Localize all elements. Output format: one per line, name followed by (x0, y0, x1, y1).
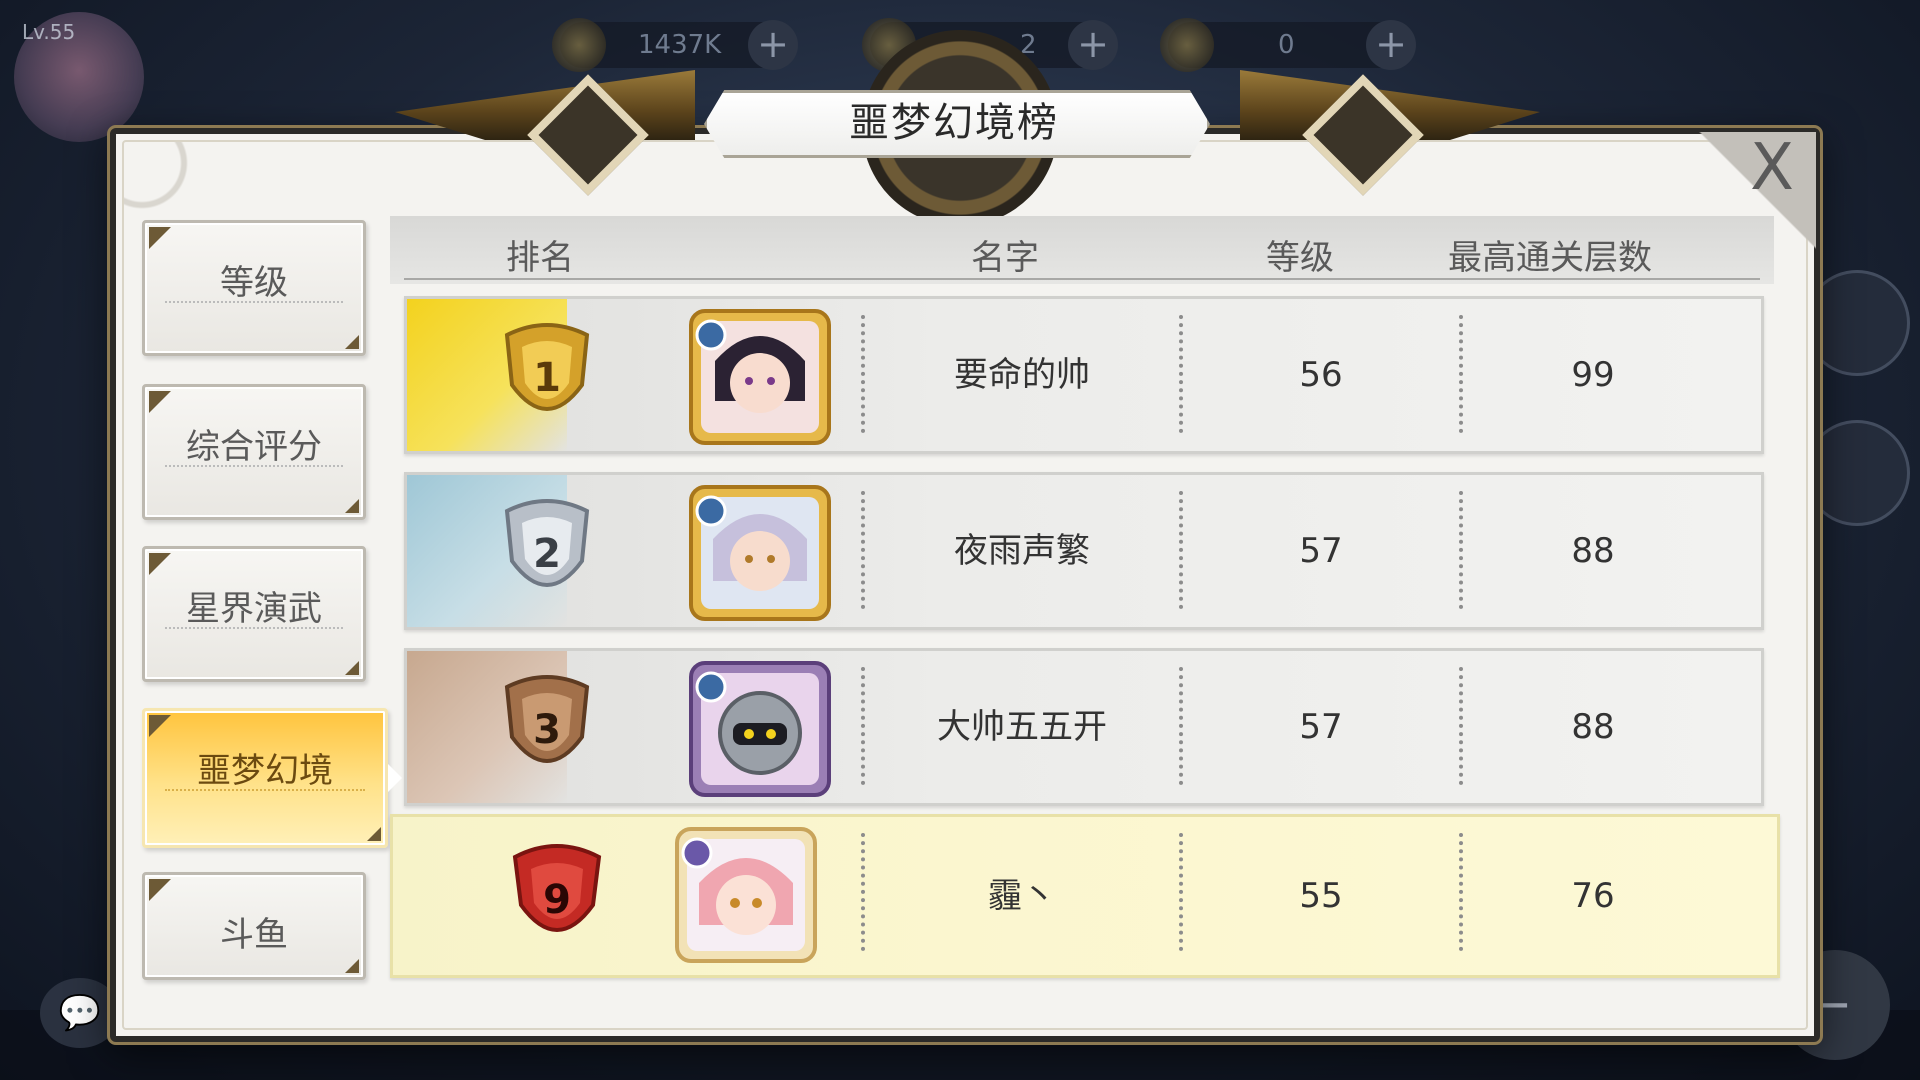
max-floors: 76 (1571, 876, 1615, 916)
player-portrait[interactable] (685, 653, 835, 801)
red-crest-icon: 9 (512, 844, 602, 932)
add-gem-button[interactable]: + (1068, 20, 1118, 70)
header-rank: 排名 (506, 238, 574, 278)
tab-nightmare-realm[interactable]: 噩梦幻境 (142, 708, 388, 848)
active-tab-pointer (388, 764, 402, 792)
tab-label: 噩梦幻境 (197, 751, 333, 791)
player-portrait[interactable] (671, 819, 821, 967)
tab-label: 综合评分 (186, 427, 322, 467)
silver-crest-icon: 2 (504, 499, 590, 587)
player-portrait[interactable] (685, 477, 835, 625)
corner-ornament (124, 142, 214, 212)
max-floors: 88 (1571, 707, 1615, 747)
player-name: 霾丶 (988, 876, 1056, 916)
table-row[interactable]: 2 夜雨声繁 57 88 (404, 472, 1764, 630)
header-max-floors: 最高通关层数 (1448, 238, 1652, 278)
player-level: 57 (1299, 531, 1343, 571)
max-floors: 88 (1571, 531, 1615, 571)
rank-number: 3 (533, 707, 561, 753)
tab-label: 斗鱼 (220, 915, 288, 955)
player-level: 57 (1299, 707, 1343, 747)
tab-douyu[interactable]: 斗鱼 (142, 872, 366, 980)
player-name: 要命的帅 (954, 355, 1090, 395)
player-name: 夜雨声繁 (954, 531, 1090, 571)
tab-label: 星界演武 (186, 589, 322, 629)
player-name: 大帅五五开 (937, 707, 1107, 747)
tab-astral-arena[interactable]: 星界演武 (142, 546, 366, 682)
table-row[interactable]: 1 要命的帅 56 99 (404, 296, 1764, 454)
rank-number: 2 (533, 531, 561, 577)
player-portrait[interactable] (685, 301, 835, 449)
table-row[interactable]: 3 大帅五五开 57 88 (404, 648, 1764, 806)
player-level: Lv.55 (22, 20, 76, 44)
tab-overall-score[interactable]: 综合评分 (142, 384, 366, 520)
gold-crest-icon: 1 (504, 323, 590, 411)
tab-label: 等级 (220, 263, 288, 303)
self-row[interactable]: 9 霾丶 55 76 (390, 814, 1780, 978)
table-header: 排名 名字 等级 最高通关层数 (390, 216, 1774, 284)
player-level: 55 (1299, 876, 1343, 916)
chat-icon[interactable]: 💬 (40, 978, 120, 1048)
bronze-crest-icon: 3 (504, 675, 590, 763)
header-level: 等级 (1266, 238, 1334, 278)
player-level: 56 (1299, 355, 1343, 395)
max-floors: 99 (1571, 355, 1615, 395)
header-name: 名字 (971, 238, 1039, 278)
tab-level[interactable]: 等级 (142, 220, 366, 356)
page-title: 噩梦幻境榜 (849, 100, 1059, 146)
close-icon[interactable]: X (1742, 136, 1802, 200)
rank-number: 9 (543, 877, 571, 923)
rank-number: 1 (533, 355, 561, 401)
